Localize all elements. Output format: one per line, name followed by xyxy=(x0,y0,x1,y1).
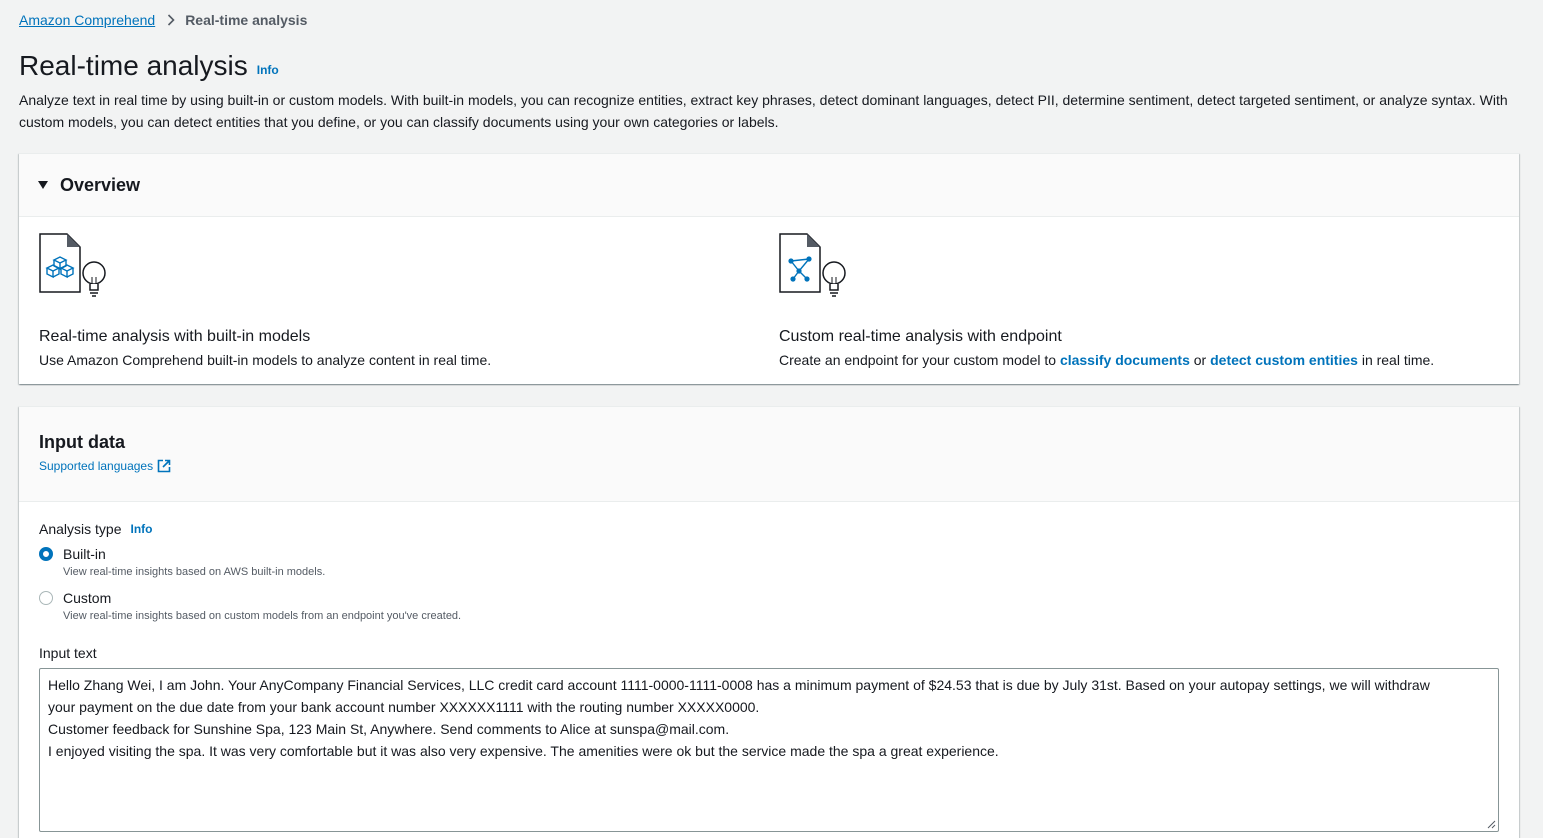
input-text-area[interactable]: Hello Zhang Wei, I am John. Your AnyComp… xyxy=(39,668,1499,832)
page-title: Real-time analysis xyxy=(19,50,248,81)
input-data-header: Input data Supported languages xyxy=(19,407,1519,502)
custom-heading: Custom real-time analysis with endpoint xyxy=(779,328,1062,345)
overview-toggle[interactable]: Overview xyxy=(19,154,1519,217)
radio-built-in[interactable]: Built-in View real-time insights based o… xyxy=(39,546,1499,579)
input-text-line: I enjoyed visiting the spa. It was very … xyxy=(48,743,999,759)
overview-builtin: Real-time analysis with built-in models … xyxy=(39,233,491,370)
custom-text-middle: or xyxy=(1189,352,1211,368)
radio-custom-control[interactable] xyxy=(39,591,53,605)
input-text-label: Input text xyxy=(39,645,97,661)
input-text-line: Hello Zhang Wei, I am John. Your AnyComp… xyxy=(48,677,1430,693)
input-text-line: Customer feedback for Sunshine Spa, 123 … xyxy=(48,721,730,737)
radio-built-in-label: Built-in xyxy=(63,546,106,562)
supported-languages-label: Supported languages xyxy=(39,459,154,473)
builtin-heading: Real-time analysis with built-in models xyxy=(39,328,311,345)
input-form: Analysis type Info Built-in View real-ti… xyxy=(39,521,1499,832)
custom-text: Create an endpoint for your custom model… xyxy=(779,350,1434,370)
page-header: Real-time analysis Info xyxy=(19,50,279,82)
builtin-text: Use Amazon Comprehend built-in models to… xyxy=(39,352,492,368)
radio-built-in-description: View real-time insights based on AWS bui… xyxy=(63,566,326,578)
custom-text-after: in real time. xyxy=(1357,352,1435,368)
breadcrumb-amazon-comprehend[interactable]: Amazon Comprehend xyxy=(19,12,155,28)
caret-down-icon xyxy=(38,181,48,189)
input-data-panel: Input data Supported languages Analysis … xyxy=(19,406,1519,838)
resize-handle-icon[interactable] xyxy=(1487,820,1496,829)
breadcrumb-current: Real-time analysis xyxy=(185,12,308,28)
page-description: Analyze text in real time by using built… xyxy=(19,92,1508,130)
overview-panel: Overview Real-time analysis with built-i… xyxy=(19,153,1519,384)
input-data-title: Input data xyxy=(39,432,125,452)
external-link-icon xyxy=(157,459,171,473)
input-text-line: your payment on the due date from your b… xyxy=(48,699,760,715)
classify-documents-link[interactable]: classify documents xyxy=(1060,352,1190,368)
builtin-model-document-icon xyxy=(39,233,106,297)
detect-custom-entities-link[interactable]: detect custom entities xyxy=(1210,352,1358,368)
page-info-link[interactable]: Info xyxy=(257,62,279,78)
radio-custom[interactable]: Custom View real-time insights based on … xyxy=(39,590,1499,623)
overview-custom: Custom real-time analysis with endpoint … xyxy=(779,233,1434,370)
analysis-type-info-link[interactable]: Info xyxy=(130,522,152,536)
chevron-right-icon xyxy=(167,14,175,26)
custom-model-document-icon xyxy=(779,233,846,297)
radio-built-in-control[interactable] xyxy=(39,547,53,561)
analysis-type-label: Analysis type Info xyxy=(39,521,1499,537)
analysis-type-label-text: Analysis type xyxy=(39,521,122,537)
breadcrumb: Amazon Comprehend Real-time analysis xyxy=(19,11,307,29)
radio-custom-description: View real-time insights based on custom … xyxy=(63,610,462,622)
supported-languages-link[interactable]: Supported languages xyxy=(39,459,171,473)
overview-title: Overview xyxy=(60,174,141,195)
custom-text-before: Create an endpoint for your custom model… xyxy=(779,352,1060,368)
radio-custom-label: Custom xyxy=(63,590,112,606)
